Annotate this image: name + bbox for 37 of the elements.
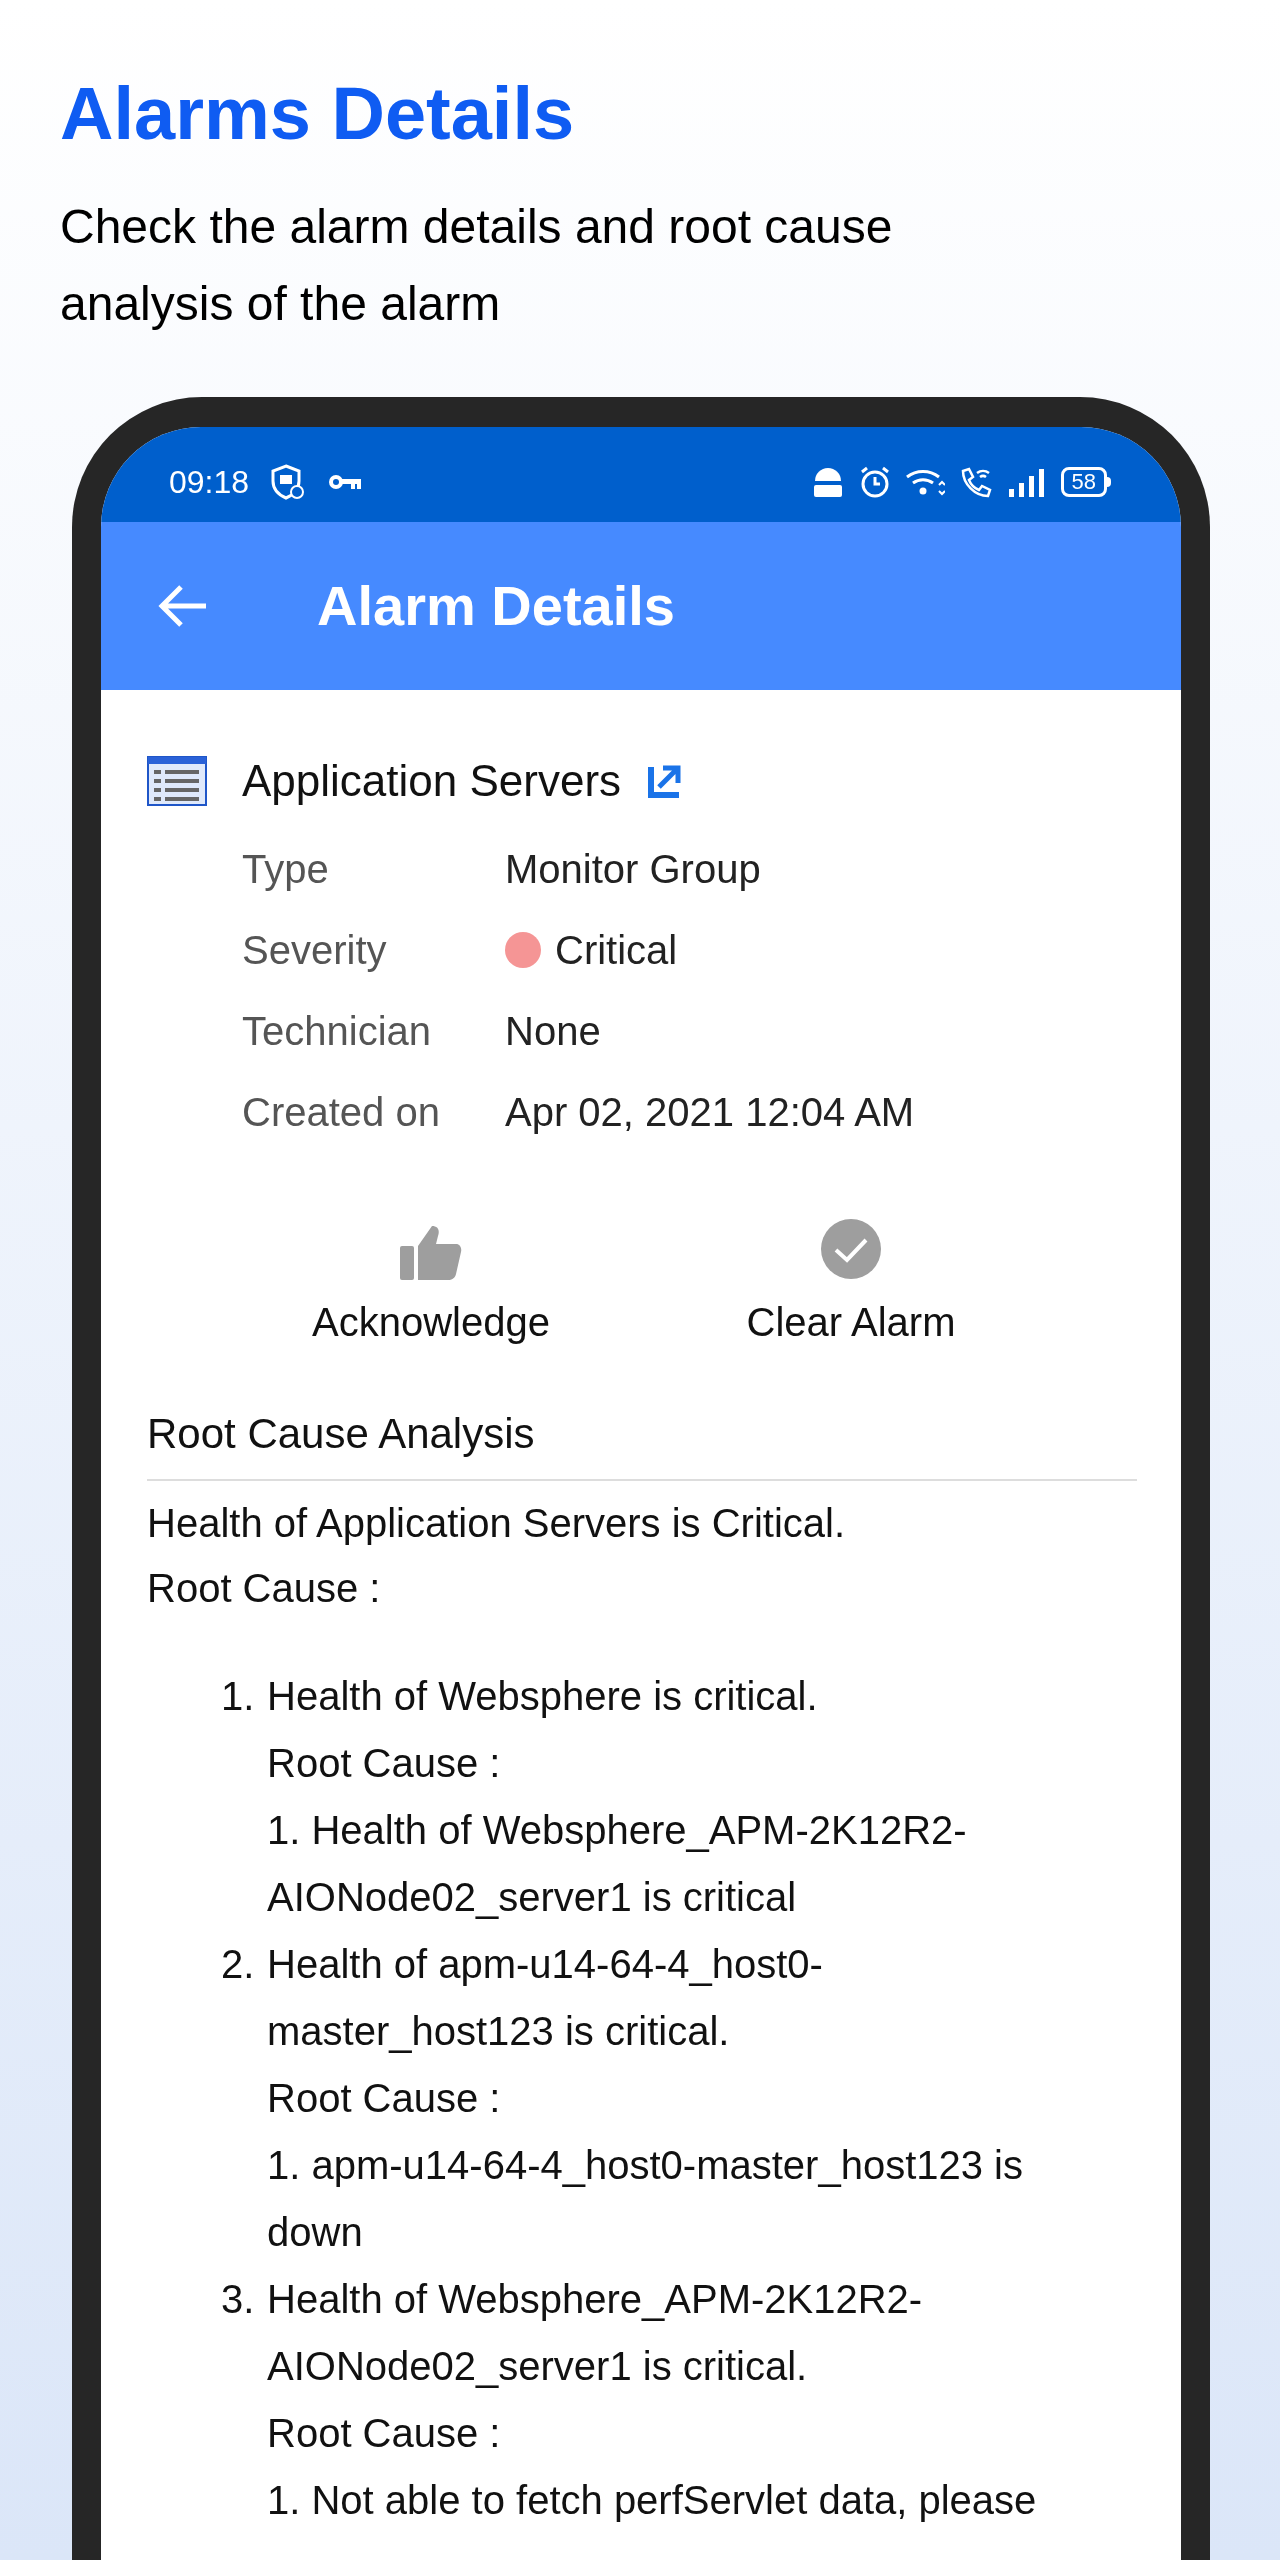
list-icon — [147, 756, 207, 806]
list-item-text: Health of apm-u14-64-4_host0-master_host123 is critical. — [267, 1941, 824, 2055]
thumbs-up-icon — [400, 1224, 462, 1280]
root-cause-label: Root Cause : — [267, 1740, 501, 1787]
root-cause-text: 1. Health of Websphere_APM-2K12R2-AIONode02_server1 is critical — [267, 1807, 968, 1921]
detail-value: None — [505, 1007, 601, 1055]
alarm-clock-icon — [858, 464, 891, 499]
detail-value: Apr 02, 2021 12:04 AM — [505, 1088, 915, 1136]
detail-value: Critical — [555, 926, 678, 974]
detail-label: Created on — [242, 1088, 441, 1136]
root-cause-text: 1. apm-u14-64-4_host0-master_host123 is down — [267, 2142, 1024, 2256]
section-title: Root Cause Analysis — [147, 1409, 535, 1459]
list-number: 2. — [221, 1941, 256, 1988]
list-item-text: Health of Websphere_APM-2K12R2-AIONode02_server1 is critical. — [267, 2276, 924, 2390]
root-cause-label: Root Cause : — [267, 2410, 501, 2457]
signal-icon — [1006, 466, 1047, 497]
list-item-text: Health of Websphere is critical. — [267, 1673, 819, 1720]
check-circle-icon — [820, 1218, 882, 1280]
detail-label: Severity — [242, 926, 388, 974]
back-arrow-icon — [158, 584, 208, 628]
summary-text: Health of Application Servers is Critical. — [147, 1500, 846, 1547]
page-subtitle: Check the alarm details and root cause analysis of the alarm — [60, 199, 894, 332]
shield-icon — [271, 463, 306, 500]
status-time: 09:18 — [169, 462, 250, 502]
action-button[interactable]: Clear Alarm — [641, 1218, 1061, 1352]
app-bar-title: Alarm Details — [317, 573, 675, 639]
alarm-name: Application Servers — [242, 755, 622, 807]
root-cause-text: 1. Not able to fetch perfServlet data, please — [267, 2477, 1038, 2524]
summary-text: Root Cause : — [147, 1565, 381, 1612]
detail-label: Technician — [242, 1007, 432, 1055]
root-cause-label: Root Cause : — [267, 2075, 501, 2122]
list-number: 1. — [221, 1673, 256, 1720]
page-title: Alarms Details — [60, 71, 575, 157]
detail-value: Monitor Group — [505, 845, 761, 893]
action-button[interactable]: Acknowledge — [221, 1218, 641, 1352]
list-number: 3. — [221, 2276, 256, 2323]
detail-label: Type — [242, 845, 330, 893]
